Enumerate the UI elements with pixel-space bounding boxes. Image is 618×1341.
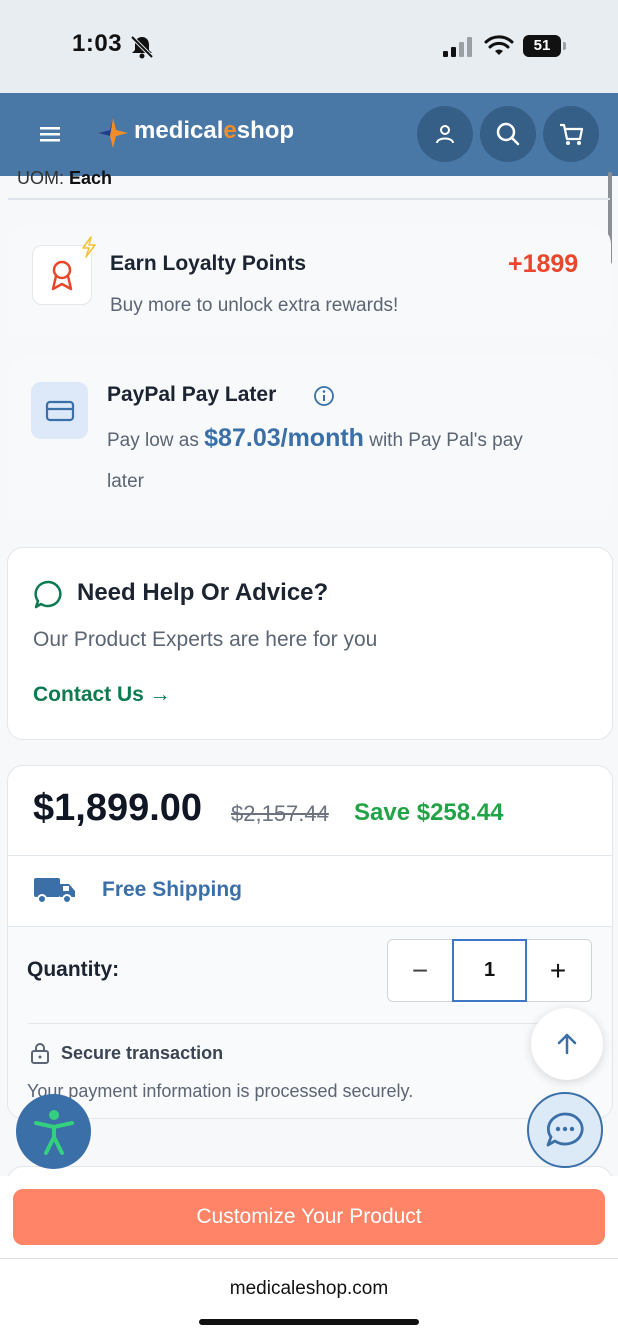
- free-shipping: Free Shipping: [102, 878, 243, 901]
- chat-icon: [546, 1112, 584, 1147]
- brand-text-end: shop: [236, 117, 295, 144]
- scroll-top-button[interactable]: [531, 1008, 603, 1080]
- home-indicator[interactable]: [199, 1319, 419, 1325]
- brand-accent: e: [223, 117, 237, 144]
- search-button[interactable]: [480, 106, 536, 162]
- quantity-decrease-button[interactable]: −: [388, 940, 452, 1001]
- loyalty-title: Earn Loyalty Points: [110, 252, 307, 275]
- price-save: Save $258.44: [354, 799, 504, 826]
- battery-icon: 51: [523, 35, 566, 57]
- brand-logo[interactable]: medicaleshop: [134, 117, 294, 145]
- price-current: $1,899.00: [33, 787, 203, 829]
- chat-button[interactable]: [527, 1092, 603, 1168]
- browser-domain[interactable]: medicaleshop.com: [0, 1278, 618, 1300]
- brand-text: medical: [134, 117, 224, 144]
- truck-icon: [34, 878, 75, 904]
- paypal-amount: $87.03/month: [204, 424, 364, 452]
- info-icon[interactable]: [313, 385, 335, 407]
- lightning-icon: [82, 236, 96, 258]
- paypal-prefix: Pay low as: [107, 430, 199, 451]
- paypal-icon-tile: [31, 382, 88, 439]
- help-title: Need Help Or Advice?: [77, 579, 329, 606]
- quantity-label: Quantity:: [27, 958, 120, 981]
- cart-button[interactable]: [543, 106, 599, 162]
- award-icon: [51, 260, 73, 291]
- cart-icon: [560, 123, 584, 145]
- paypal-suffix: with Pay Pal's pay: [369, 430, 523, 451]
- secure-text: Your payment information is processed se…: [27, 1081, 414, 1101]
- bell-muted-icon: [130, 35, 154, 59]
- lock-icon: [31, 1043, 49, 1064]
- status-time: 1:03: [72, 30, 123, 57]
- arrow-up-icon: [557, 1033, 577, 1055]
- signal-icon: [443, 37, 472, 57]
- menu-icon[interactable]: [38, 122, 62, 146]
- help-subtitle: Our Product Experts are here for you: [33, 628, 378, 651]
- quantity-input[interactable]: 1: [452, 939, 527, 1002]
- uom-row: UOM: Each: [17, 168, 112, 189]
- contact-us-link[interactable]: Contact Us →: [33, 683, 171, 707]
- loyalty-subtitle: Buy more to unlock extra rewards!: [110, 295, 399, 316]
- wifi-icon: [484, 35, 514, 55]
- paypal-suffix-line2: later: [107, 471, 144, 492]
- accessibility-button[interactable]: [16, 1094, 91, 1169]
- uom-label: UOM:: [17, 168, 64, 188]
- price-original: $2,157.44: [231, 801, 329, 826]
- paypal-title: PayPal Pay Later: [107, 383, 277, 406]
- user-icon: [436, 125, 454, 144]
- search-icon: [496, 122, 520, 146]
- loyalty-points: +1899: [508, 250, 579, 278]
- battery-percent: 51: [533, 37, 551, 54]
- uom-value: Each: [69, 168, 113, 188]
- accessibility-icon: [33, 1109, 74, 1155]
- paypal-text: Pay low as $87.03/month with Pay Pal's p…: [107, 426, 587, 453]
- account-button[interactable]: [417, 106, 473, 162]
- customize-button[interactable]: Customize Your Product: [13, 1189, 605, 1245]
- logo-star-icon[interactable]: [96, 116, 130, 150]
- quantity-increase-button[interactable]: +: [526, 940, 590, 1001]
- secure-title: Secure transaction: [61, 1043, 224, 1063]
- credit-card-icon: [45, 400, 74, 421]
- chat-bubble-icon: [34, 580, 62, 609]
- divider: [8, 198, 610, 200]
